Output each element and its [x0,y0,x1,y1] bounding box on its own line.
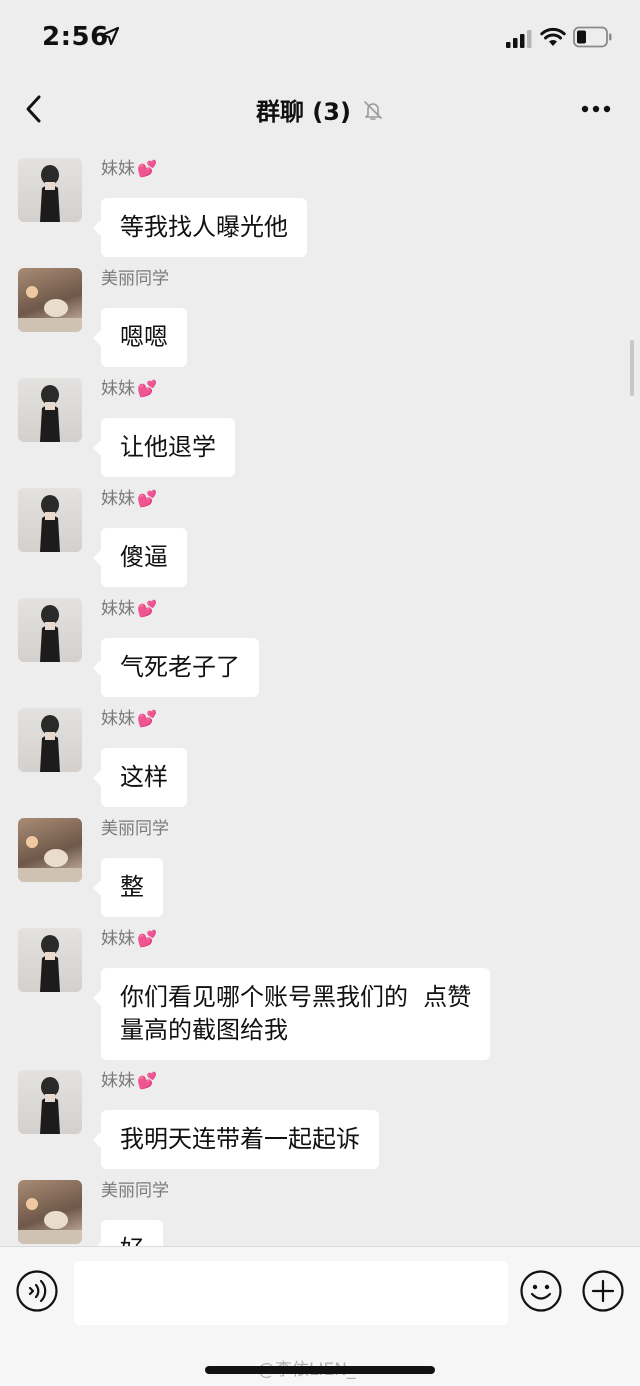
sender-heart: 💕 [137,599,157,618]
message-bubble[interactable]: 好 [93,1220,163,1246]
emoji-icon[interactable] [519,1269,563,1313]
message-bubble[interactable]: 我明天连带着一起起诉 [93,1110,379,1169]
avatar[interactable] [18,1180,82,1244]
status-bar: 2:56 [0,0,640,78]
sender-heart: 💕 [137,489,157,508]
battery-icon [573,26,612,48]
sender-name: 妹妹 💕 [101,159,157,179]
avatar[interactable] [18,1070,82,1134]
avatar[interactable] [18,158,82,222]
sender-name: 妹妹 💕 [101,709,157,729]
avatar[interactable] [18,598,82,662]
add-more-icon[interactable] [581,1269,625,1313]
message-bubble[interactable]: 傻逼 [93,528,187,587]
sender-heart: 💕 [137,379,157,398]
sender-name: 美丽同学 [101,819,169,839]
sender-heart: 💕 [137,1071,157,1090]
sender-heart: 💕 [137,159,157,178]
avatar[interactable] [18,488,82,552]
message-bubble[interactable]: 这样 [93,748,187,807]
scrollbar[interactable] [630,340,634,396]
sender-name: 妹妹 💕 [101,599,157,619]
avatar[interactable] [18,818,82,882]
sender-name: 妹妹 💕 [101,489,157,509]
cellular-signal-icon [506,30,532,48]
avatar[interactable] [18,708,82,772]
message-bubble[interactable]: 嗯嗯 [93,308,187,367]
avatar[interactable] [18,268,82,332]
sender-name: 妹妹 💕 [101,379,157,399]
avatar[interactable] [18,378,82,442]
status-time: 2:56 [42,22,109,52]
message-input[interactable] [74,1261,508,1325]
nav-title-area: 群聊 (3) [0,92,640,127]
chat-message-list[interactable]: 妹妹 💕 等我找人曝光他 美丽同学 嗯嗯 妹妹 💕 让他退学 妹妹 💕 傻逼 妹妹 💕 … [0,140,640,1246]
more-options-icon[interactable] [580,104,612,114]
message-bubble[interactable]: 让他退学 [93,418,235,477]
nav-bar: 群聊 (3) [0,78,640,140]
input-bar: @李依LIEN_ [0,1246,640,1386]
chat-title: 群聊 (3) [255,98,351,126]
avatar[interactable] [18,928,82,992]
home-indicator[interactable] [205,1366,435,1374]
location-arrow-icon [100,26,120,46]
sender-name: 美丽同学 [101,269,169,289]
voice-input-icon[interactable] [15,1269,59,1313]
sender-heart: 💕 [137,929,157,948]
message-bubble[interactable]: 等我找人曝光他 [93,198,307,257]
sender-name: 妹妹 💕 [101,929,157,949]
sender-name: 妹妹 💕 [101,1071,157,1091]
wifi-icon [540,27,566,46]
message-bubble[interactable]: 整 [93,858,163,917]
sender-name: 美丽同学 [101,1181,169,1201]
sender-heart: 💕 [137,709,157,728]
message-bubble[interactable]: 气死老子了 [93,638,259,697]
muted-bell-icon [364,100,382,120]
message-bubble[interactable]: 你们看见哪个账号黑我们的 点赞 量高的截图给我 [92,968,491,1060]
